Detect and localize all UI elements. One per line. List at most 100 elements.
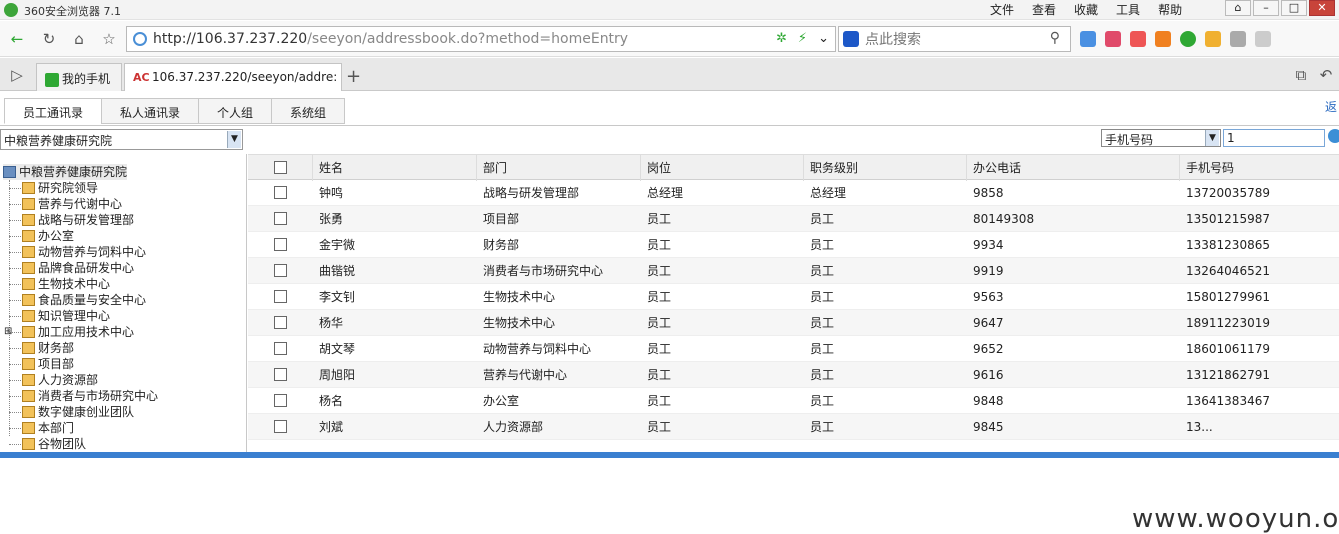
table-row[interactable]: 钟鸣 战略与研发管理部 总经理 总经理 9858 13720035789 bbox=[248, 180, 1339, 206]
url-host: http://106.37.237.220 bbox=[153, 31, 308, 47]
tab-personal-group[interactable]: 个人组 bbox=[198, 98, 273, 124]
tree-node[interactable]: 研究院领导 bbox=[22, 180, 98, 196]
col-name[interactable]: 姓名 bbox=[312, 155, 476, 181]
search-field-select[interactable]: 手机号码 ▼ bbox=[1101, 129, 1221, 147]
row-checkbox[interactable] bbox=[274, 290, 287, 303]
tree-node[interactable]: 生物技术中心 bbox=[22, 276, 110, 292]
query-input[interactable]: 1 bbox=[1223, 129, 1325, 147]
search-input[interactable] bbox=[865, 30, 1045, 48]
row-checkbox[interactable] bbox=[274, 316, 287, 329]
cell-level: 员工 bbox=[810, 290, 835, 304]
table-row[interactable]: 曲锴锐 消费者与市场研究中心 员工 员工 9919 13264046521 bbox=[248, 258, 1339, 284]
tree-node-label: 研究院领导 bbox=[38, 181, 99, 195]
row-checkbox[interactable] bbox=[274, 186, 287, 199]
back-link[interactable]: 返 bbox=[1325, 98, 1337, 115]
table-row[interactable]: 张勇 项目部 员工 员工 80149308 13501215987 bbox=[248, 206, 1339, 232]
close-tab-icon[interactable]: ✕ bbox=[341, 70, 342, 84]
tab-staff-directory[interactable]: 员工通讯录 bbox=[4, 98, 103, 124]
table-row[interactable]: 刘斌 人力资源部 员工 员工 9845 13... bbox=[248, 414, 1339, 440]
tree-node[interactable]: 数字健康创业团队 bbox=[22, 404, 134, 420]
row-checkbox[interactable] bbox=[274, 368, 287, 381]
tree-connector bbox=[9, 316, 21, 317]
close-button[interactable]: ✕ bbox=[1309, 0, 1335, 16]
refresh-icon[interactable]: ↻ bbox=[38, 28, 60, 50]
search-icon[interactable]: ⚲ bbox=[1050, 30, 1060, 46]
shield-icon[interactable] bbox=[1180, 31, 1196, 47]
tab-list-icon[interactable]: ⧉ bbox=[1290, 64, 1312, 86]
menu-view[interactable]: 查看 bbox=[1032, 1, 1056, 18]
tree-node[interactable]: 知识管理中心 bbox=[22, 308, 110, 324]
chevron-down-icon[interactable]: ▼ bbox=[1205, 130, 1219, 146]
home-icon[interactable]: ⌂ bbox=[68, 28, 90, 50]
site-favicon-icon: AC bbox=[133, 70, 150, 84]
baidu-paw-icon[interactable] bbox=[843, 31, 859, 47]
tab-system-group[interactable]: 系统组 bbox=[271, 98, 346, 124]
menu-file[interactable]: 文件 bbox=[990, 1, 1014, 18]
tree-node[interactable]: 谷物团队 bbox=[22, 436, 86, 452]
undo-icon[interactable]: ↶ bbox=[1315, 64, 1337, 86]
pin-icon[interactable]: ⌂ bbox=[1225, 0, 1251, 16]
back-arrow-icon[interactable]: ← bbox=[6, 28, 28, 50]
col-level[interactable]: 职务级别 bbox=[803, 155, 966, 181]
translate-icon[interactable] bbox=[1130, 31, 1146, 47]
col-office-phone[interactable]: 办公电话 bbox=[966, 155, 1179, 181]
minimize-button[interactable]: – bbox=[1253, 0, 1279, 16]
tree-node[interactable]: 加工应用技术中心 bbox=[22, 324, 134, 340]
row-checkbox[interactable] bbox=[274, 264, 287, 277]
col-position[interactable]: 岗位 bbox=[640, 155, 803, 181]
tree-node[interactable]: 办公室 bbox=[22, 228, 74, 244]
security-icon[interactable]: ✲ bbox=[776, 31, 787, 46]
screenshot-icon[interactable] bbox=[1230, 31, 1246, 47]
table-row[interactable]: 胡文琴 动物营养与饲料中心 员工 员工 9652 18601061179 bbox=[248, 336, 1339, 362]
menu-help[interactable]: 帮助 bbox=[1158, 1, 1182, 18]
tree-node[interactable]: 人力资源部 bbox=[22, 372, 98, 388]
search-box[interactable]: ⚲ bbox=[838, 26, 1071, 52]
tree-node[interactable]: 消费者与市场研究中心 bbox=[22, 388, 158, 404]
gift-icon[interactable] bbox=[1205, 31, 1221, 47]
table-row[interactable]: 金宇微 财务部 员工 员工 9934 13381230865 bbox=[248, 232, 1339, 258]
tree-node[interactable]: 战略与研发管理部 bbox=[22, 212, 134, 228]
tree-node[interactable]: 项目部 bbox=[22, 356, 74, 372]
flight-icon[interactable] bbox=[1155, 31, 1171, 47]
table-row[interactable]: 周旭阳 营养与代谢中心 员工 员工 9616 13121862791 bbox=[248, 362, 1339, 388]
weibo-icon[interactable] bbox=[1105, 31, 1121, 47]
table-row[interactable]: 李文钊 生物技术中心 员工 员工 9563 15801279961 bbox=[248, 284, 1339, 310]
tree-node[interactable]: 财务部 bbox=[22, 340, 74, 356]
new-tab-icon[interactable]: + bbox=[346, 66, 361, 87]
select-all-checkbox[interactable] bbox=[274, 161, 287, 174]
lightning-icon[interactable]: ⚡ bbox=[798, 31, 807, 46]
apps-icon[interactable] bbox=[1080, 31, 1096, 47]
expand-icon[interactable]: ⊞ bbox=[4, 324, 12, 340]
org-select[interactable]: 中粮营养健康研究院 ▼ bbox=[0, 129, 243, 150]
chevron-down-icon[interactable]: ⌄ bbox=[818, 31, 829, 46]
row-checkbox[interactable] bbox=[274, 420, 287, 433]
row-checkbox[interactable] bbox=[274, 238, 287, 251]
menu-favorites[interactable]: 收藏 bbox=[1074, 1, 1098, 18]
org-tree: 中粮营养健康研究院 研究院领导 营养与代谢中心 战略与研发管理部 办公室 动物营养与饲料… bbox=[0, 154, 247, 458]
tree-node[interactable]: 动物营养与饲料中心 bbox=[22, 244, 146, 260]
chevron-down-icon[interactable]: ▼ bbox=[227, 131, 241, 148]
address-url[interactable]: http://106.37.237.220/seeyon/addressbook… bbox=[153, 31, 628, 47]
more-icon[interactable] bbox=[1255, 31, 1271, 47]
search-icon[interactable] bbox=[1328, 129, 1339, 143]
tree-node[interactable]: 营养与代谢中心 bbox=[22, 196, 122, 212]
sidebar-toggle-icon[interactable]: ▷ bbox=[6, 64, 28, 86]
table-row[interactable]: 杨名 办公室 员工 员工 9848 13641383467 bbox=[248, 388, 1339, 414]
tab-private-directory[interactable]: 私人通讯录 bbox=[101, 98, 200, 124]
col-mobile[interactable]: 手机号码 bbox=[1179, 155, 1339, 181]
row-checkbox[interactable] bbox=[274, 394, 287, 407]
row-checkbox[interactable] bbox=[274, 342, 287, 355]
tree-node[interactable]: 本部门 bbox=[22, 420, 74, 436]
tab-addressbook[interactable]: AC106.37.237.220/seeyon/addre:✕ bbox=[124, 63, 342, 91]
table-row[interactable]: 杨华 生物技术中心 员工 员工 9647 18911223019 bbox=[248, 310, 1339, 336]
tree-node[interactable]: 品牌食品研发中心 bbox=[22, 260, 134, 276]
menu-tools[interactable]: 工具 bbox=[1116, 1, 1140, 18]
tab-my-phone[interactable]: 我的手机 bbox=[36, 63, 122, 91]
star-icon[interactable]: ☆ bbox=[98, 28, 120, 50]
maximize-button[interactable]: □ bbox=[1281, 0, 1307, 16]
row-checkbox[interactable] bbox=[274, 212, 287, 225]
col-department[interactable]: 部门 bbox=[476, 155, 640, 181]
tree-node[interactable]: 食品质量与安全中心 bbox=[22, 292, 146, 308]
address-bar[interactable]: http://106.37.237.220/seeyon/addressbook… bbox=[126, 26, 836, 52]
tree-root[interactable]: 中粮营养健康研究院 bbox=[3, 164, 128, 180]
